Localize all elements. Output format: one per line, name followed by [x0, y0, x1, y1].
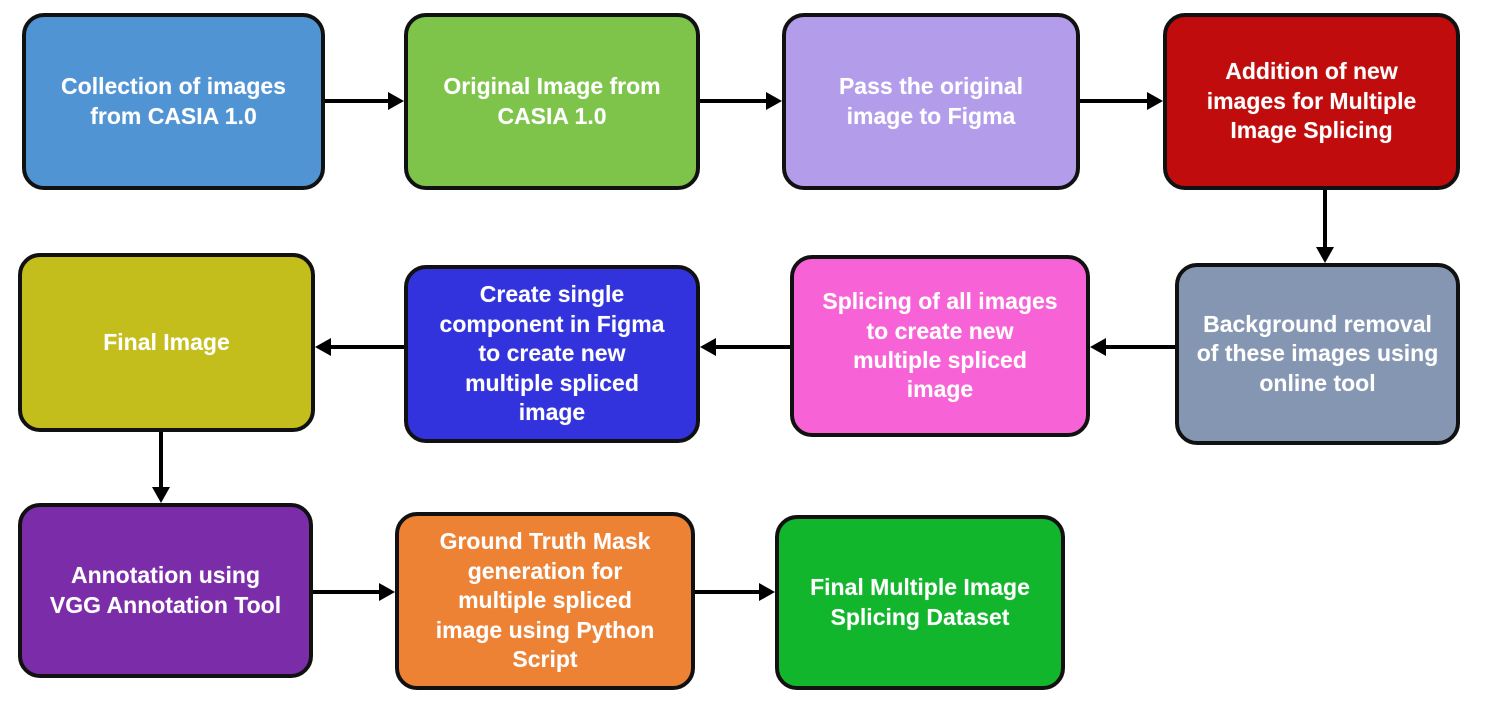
edge-collection-to-original [325, 99, 388, 103]
arrowhead-original-to-figma [766, 92, 782, 110]
node-collection[interactable]: Collection of images from CASIA 1.0 [22, 13, 325, 190]
arrowhead-figma-to-addition [1147, 92, 1163, 110]
edge-figma-to-addition [1080, 99, 1147, 103]
edge-original-to-figma [700, 99, 766, 103]
flowchart-canvas: Collection of images from CASIA 1.0 Orig… [0, 0, 1485, 703]
arrowhead-splicing-to-component [700, 338, 716, 356]
arrowhead-background-to-splicing [1090, 338, 1106, 356]
edge-final-image-to-annotation [159, 432, 163, 487]
edge-splicing-to-component [716, 345, 790, 349]
node-ground-truth-mask[interactable]: Ground Truth Mask generation for multipl… [395, 512, 695, 690]
edge-addition-to-background [1323, 190, 1327, 247]
node-create-single-component[interactable]: Create single component in Figma to crea… [404, 265, 700, 443]
edge-mask-to-dataset [695, 590, 759, 594]
node-final-image[interactable]: Final Image [18, 253, 315, 432]
node-background-removal[interactable]: Background removal of these images using… [1175, 263, 1460, 445]
arrowhead-component-to-final-image [315, 338, 331, 356]
arrowhead-mask-to-dataset [759, 583, 775, 601]
edge-component-to-final-image [331, 345, 404, 349]
node-splicing-all-images[interactable]: Splicing of all images to create new mul… [790, 255, 1090, 437]
node-original-image[interactable]: Original Image from CASIA 1.0 [404, 13, 700, 190]
arrowhead-annotation-to-mask [379, 583, 395, 601]
node-pass-to-figma[interactable]: Pass the original image to Figma [782, 13, 1080, 190]
edge-annotation-to-mask [313, 590, 379, 594]
node-addition-new-images[interactable]: Addition of new images for Multiple Imag… [1163, 13, 1460, 190]
arrowhead-collection-to-original [388, 92, 404, 110]
arrowhead-final-image-to-annotation [152, 487, 170, 503]
node-annotation-vgg[interactable]: Annotation using VGG Annotation Tool [18, 503, 313, 678]
edge-background-to-splicing [1106, 345, 1175, 349]
arrowhead-addition-to-background [1316, 247, 1334, 263]
node-final-dataset[interactable]: Final Multiple Image Splicing Dataset [775, 515, 1065, 690]
